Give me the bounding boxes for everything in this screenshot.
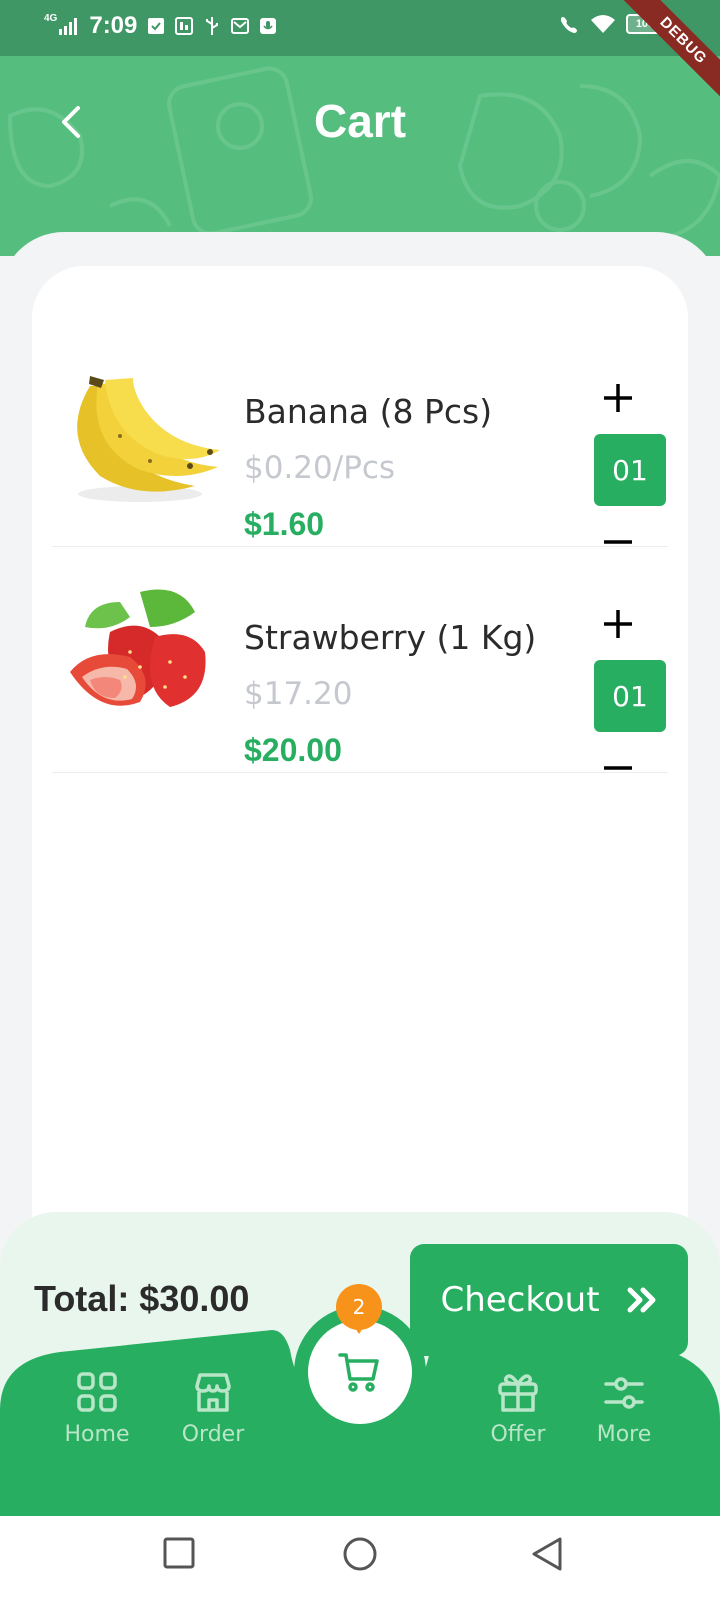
nav-label: More bbox=[596, 1422, 652, 1447]
cart-item: Strawberry (1 Kg) $17.20 $20.00 01 bbox=[52, 542, 668, 773]
nav-label: Order bbox=[181, 1422, 245, 1447]
checkout-label: Checkout bbox=[440, 1280, 600, 1320]
quantity-value: 01 bbox=[594, 434, 666, 506]
nav-item-order[interactable]: Order bbox=[163, 1370, 263, 1447]
increase-quantity-button[interactable] bbox=[600, 380, 636, 416]
plus-icon bbox=[604, 610, 632, 638]
status-left: 4G 7:09 bbox=[44, 12, 277, 40]
cart-total: Total: $30.00 bbox=[34, 1278, 250, 1319]
increase-quantity-button[interactable] bbox=[600, 606, 636, 642]
header-pattern bbox=[7, 66, 720, 238]
nav-item-offer[interactable]: Offer bbox=[468, 1370, 568, 1447]
cart-item: Banana (8 Pcs) $0.20/Pcs $1.60 01 bbox=[52, 316, 668, 547]
cart-count-badge: 2 bbox=[336, 1284, 382, 1334]
status-bar: 4G 7:09 100 DEBUG bbox=[0, 0, 720, 111]
grid-icon bbox=[77, 1372, 117, 1412]
triangle-back-icon bbox=[532, 1537, 562, 1571]
clock: 7:09 bbox=[89, 12, 138, 39]
back-system-button[interactable] bbox=[530, 1536, 564, 1572]
double-chevron-right-icon bbox=[627, 1287, 656, 1313]
wifi-call-icon bbox=[561, 17, 577, 33]
page-title: Cart bbox=[313, 95, 407, 147]
cart-icon bbox=[338, 1353, 379, 1392]
nav-item-home[interactable]: Home bbox=[47, 1370, 147, 1447]
nav-label: Home bbox=[64, 1422, 130, 1447]
mail-icon bbox=[231, 18, 250, 34]
banana-image bbox=[77, 376, 220, 502]
wifi-icon bbox=[591, 15, 615, 33]
network-type: 4G bbox=[44, 12, 58, 24]
item-total-price: $20.00 bbox=[244, 732, 342, 768]
mic-icon bbox=[260, 18, 277, 34]
signal-icon bbox=[59, 18, 78, 35]
sliders-icon bbox=[604, 1377, 644, 1409]
header: Cart bbox=[0, 56, 720, 256]
shield-check-icon bbox=[148, 18, 165, 34]
store-icon bbox=[195, 1373, 231, 1412]
nav-item-more[interactable]: More bbox=[574, 1370, 674, 1447]
square-icon bbox=[163, 1537, 195, 1569]
home-system-button[interactable] bbox=[342, 1536, 378, 1572]
decrease-quantity-button[interactable] bbox=[600, 750, 636, 786]
quantity-value: 01 bbox=[594, 660, 666, 732]
sim-icon bbox=[175, 17, 194, 35]
system-nav-bar bbox=[0, 1516, 720, 1600]
cart-fab-inner bbox=[308, 1320, 412, 1424]
item-name: Banana (8 Pcs) bbox=[244, 392, 493, 431]
cart-card: Banana (8 Pcs) $0.20/Pcs $1.60 01 Strawb… bbox=[32, 266, 688, 1266]
plus-icon bbox=[604, 384, 632, 412]
item-unit-price: $0.20/Pcs bbox=[244, 450, 396, 486]
recent-apps-button[interactable] bbox=[162, 1536, 196, 1570]
circle-icon bbox=[343, 1537, 377, 1571]
item-name: Strawberry (1 Kg) bbox=[244, 618, 537, 657]
gift-icon bbox=[498, 1374, 538, 1412]
nav-label: Offer bbox=[490, 1422, 546, 1447]
item-total-price: $1.60 bbox=[244, 506, 325, 542]
usb-icon bbox=[206, 17, 219, 35]
item-unit-price: $17.20 bbox=[244, 676, 353, 712]
strawberry-image bbox=[70, 589, 206, 707]
